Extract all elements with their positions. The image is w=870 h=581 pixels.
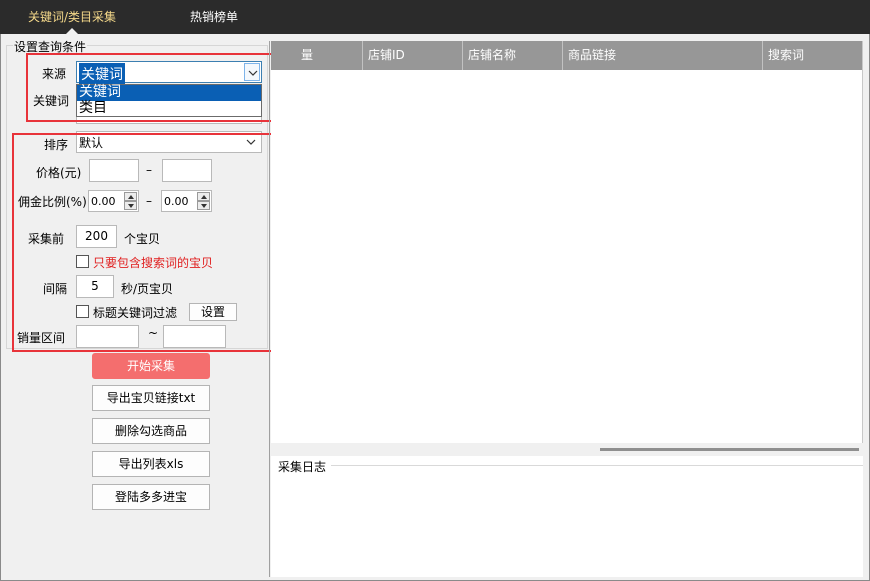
column-header-shop-id[interactable]: 店铺ID xyxy=(363,41,463,70)
source-label: 来源 xyxy=(42,67,67,81)
delete-checked-button[interactable]: 删除勾选商品 xyxy=(92,418,210,444)
spin-up-icon[interactable] xyxy=(124,192,137,201)
chevron-down-icon xyxy=(248,70,258,76)
source-select-value: 关键词 xyxy=(79,63,125,85)
collect-count-input[interactable]: 200 xyxy=(76,225,117,248)
results-table[interactable]: 量 店铺ID 店铺名称 商品链接 搜索词 xyxy=(271,41,863,443)
title-keyword-filter-label: 标题关键词过滤 xyxy=(93,306,178,320)
sort-label: 排序 xyxy=(44,138,69,152)
commission-separator: – xyxy=(146,194,152,208)
interval-unit-label: 秒/页宝贝 xyxy=(121,282,174,296)
price-separator: – xyxy=(146,163,152,177)
export-links-button[interactable]: 导出宝贝链接txt xyxy=(92,385,210,411)
interval-input[interactable]: 5 xyxy=(76,275,114,298)
commission-min-value: 0.00 xyxy=(91,195,116,208)
only-contains-keyword-checkbox[interactable] xyxy=(76,255,89,268)
sales-range-label: 销量区间 xyxy=(17,331,66,345)
spin-down-icon[interactable] xyxy=(124,201,137,210)
table-header: 量 店铺ID 店铺名称 商品链接 搜索词 xyxy=(271,41,862,70)
query-settings-title: 设置查询条件 xyxy=(13,38,88,55)
source-dropdown-button[interactable] xyxy=(244,63,260,81)
title-keyword-filter-checkbox[interactable] xyxy=(76,305,89,318)
sales-max-input[interactable] xyxy=(163,325,226,348)
commission-label: 佣金比例(%) xyxy=(18,195,87,209)
log-title-divider xyxy=(331,465,863,466)
interval-label: 间隔 xyxy=(43,282,68,296)
commission-min-spinner[interactable]: 0.00 xyxy=(88,190,139,212)
sales-range-separator: ~ xyxy=(148,326,159,340)
column-header-search-term[interactable]: 搜索词 xyxy=(763,41,862,70)
tab-keyword-category-collect[interactable]: 关键词/类目采集 xyxy=(28,8,116,25)
collect-first-label: 采集前 xyxy=(28,232,65,246)
sort-select-value: 默认 xyxy=(79,136,104,150)
only-contains-keyword-label: 只要包含搜索词的宝贝 xyxy=(93,256,214,270)
tab-hot-sales-list[interactable]: 热销榜单 xyxy=(190,8,238,25)
column-header-shop-name[interactable]: 店铺名称 xyxy=(463,41,563,70)
keyword-label: 关键词 xyxy=(33,94,70,108)
start-collect-button[interactable]: 开始采集 xyxy=(92,353,210,379)
price-min-input[interactable] xyxy=(89,159,139,182)
top-tab-bar: 关键词/类目采集 热销榜单 xyxy=(0,0,870,34)
horizontal-scrollbar[interactable] xyxy=(600,448,859,451)
price-label: 价格(元) xyxy=(36,166,82,180)
spin-down-icon[interactable] xyxy=(197,201,210,210)
column-header-volume[interactable]: 量 xyxy=(271,41,363,70)
sort-select[interactable]: 默认 xyxy=(76,131,262,153)
sales-min-input[interactable] xyxy=(76,325,139,348)
commission-max-spinner[interactable]: 0.00 xyxy=(161,190,212,212)
filter-settings-button[interactable]: 设置 xyxy=(189,303,237,321)
panel-divider[interactable] xyxy=(269,41,270,577)
collect-unit-label: 个宝贝 xyxy=(124,232,161,246)
source-select[interactable]: 关键词 xyxy=(76,61,262,85)
commission-max-value: 0.00 xyxy=(164,195,189,208)
spin-up-icon[interactable] xyxy=(197,192,210,201)
source-option-category[interactable]: 类目 xyxy=(77,101,261,117)
login-duoduo-button[interactable]: 登陆多多进宝 xyxy=(92,484,210,510)
export-xls-button[interactable]: 导出列表xls xyxy=(92,451,210,477)
collect-log-panel: 采集日志 xyxy=(271,456,863,577)
column-header-product-link[interactable]: 商品链接 xyxy=(563,41,763,70)
source-dropdown-list: 关键词 类目 xyxy=(76,84,262,117)
collect-log-title: 采集日志 xyxy=(278,460,327,474)
source-option-keyword[interactable]: 关键词 xyxy=(77,85,261,101)
chevron-down-icon xyxy=(246,139,256,145)
price-max-input[interactable] xyxy=(162,159,212,182)
